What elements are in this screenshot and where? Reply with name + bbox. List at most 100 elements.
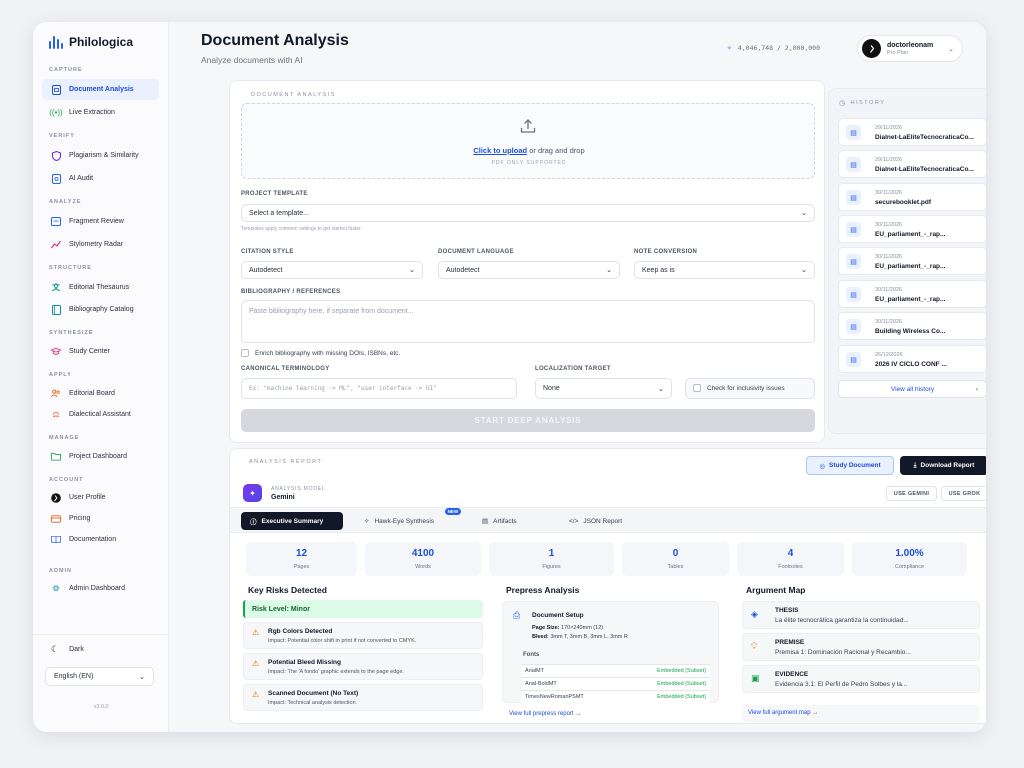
bibliography-textarea[interactable]: Paste bibliography here, if separate fro… bbox=[241, 300, 815, 343]
document-scan-icon bbox=[51, 84, 61, 95]
sidebar-item-pricing[interactable]: Pricing bbox=[42, 508, 159, 529]
main-content: Document Analysis Analyze documents with… bbox=[169, 22, 986, 732]
canonical-terminology-input[interactable]: Ex: "machine learning -> ML", "user inte… bbox=[241, 378, 517, 399]
history-item[interactable]: ▤ 30/11/2026 EU_parliament_-_rap... bbox=[838, 280, 986, 308]
dark-mode-toggle[interactable]: ☾ Dark bbox=[51, 644, 84, 655]
checkbox[interactable] bbox=[241, 349, 249, 357]
history-item[interactable]: ▤ 30/11/2026 EU_parliament_-_rap... bbox=[838, 215, 986, 243]
inclusivity-checkbox[interactable]: Check for inclusivity issues bbox=[693, 384, 785, 392]
history-item[interactable]: ▤ 29/11/2026 Dialnet-LaEliteTecnocraticaCo… bbox=[838, 150, 986, 178]
sparkle-icon: ✧ bbox=[727, 43, 732, 52]
avatar bbox=[862, 39, 881, 58]
lightbulb-icon: 💡︎ bbox=[751, 641, 758, 651]
chevron-down-icon: ⌄ bbox=[658, 385, 664, 393]
sidebar-item-ai-audit[interactable]: AI Audit bbox=[42, 168, 159, 189]
checkbox[interactable] bbox=[693, 384, 701, 392]
model-name: Gemini bbox=[271, 494, 295, 501]
download-report-button[interactable]: ⤓ Download Report bbox=[900, 456, 986, 475]
sidebar-item-bibliography-catalog[interactable]: Bibliography Catalog bbox=[42, 299, 159, 320]
document-analysis-card: DOCUMENT ANALYSIS Click to upload or dra… bbox=[229, 80, 825, 443]
app-name: Philologica bbox=[69, 35, 134, 49]
nav-section-admin: ADMIN bbox=[49, 568, 73, 574]
tab-executive-summary[interactable]: ⓘ Executive Summary bbox=[241, 512, 343, 530]
citation-style-label: CITATION STYLE bbox=[241, 249, 294, 255]
folder-icon bbox=[51, 452, 61, 462]
template-hint: Templates apply common settings to get s… bbox=[241, 226, 362, 232]
graduation-cap-icon bbox=[51, 347, 61, 357]
file-icon: ▤ bbox=[846, 125, 861, 140]
start-deep-analysis-button[interactable]: START DEEP ANALYSIS bbox=[241, 409, 815, 432]
tab-artifacts[interactable]: ▤ Artifacts bbox=[473, 512, 526, 530]
note-conversion-select[interactable]: Keep as is ⌄ bbox=[634, 261, 815, 279]
report-tabs: ⓘ Executive Summary ✧ Hawk-Eye Synthesis NE… bbox=[230, 507, 986, 533]
evidence-icon: ▣ bbox=[751, 673, 760, 683]
use-grok-button[interactable]: USE GROK bbox=[941, 486, 986, 501]
sidebar-item-editorial-thesaurus[interactable]: 文 Editorial Thesaurus bbox=[42, 277, 159, 298]
upload-icon bbox=[520, 118, 536, 138]
stat-compliance: 1.00% Compliance bbox=[852, 542, 967, 576]
enrich-bibliography-checkbox[interactable]: Enrich bibliography with missing DOIs, I… bbox=[241, 349, 400, 357]
upload-link[interactable]: Click to upload bbox=[473, 146, 527, 155]
history-item[interactable]: ▤ 30/11/2026 Building Wireless Co... bbox=[838, 312, 986, 340]
history-item[interactable]: ▤ 30/11/2026 securebooklet.pdf bbox=[838, 183, 986, 211]
study-document-button[interactable]: ◎ Study Document bbox=[806, 456, 894, 475]
book-icon bbox=[51, 304, 61, 315]
sidebar-item-documentation[interactable]: Documentation bbox=[42, 529, 159, 550]
logo-icon bbox=[49, 35, 63, 49]
warning-icon: ⚠ bbox=[252, 628, 260, 637]
tab-json-report[interactable]: </> JSON Report bbox=[560, 512, 631, 530]
sidebar-item-user-profile[interactable]: User Profile bbox=[42, 487, 159, 508]
view-all-history-button[interactable]: View all history › bbox=[838, 380, 986, 398]
sidebar-item-dialectical-assistant[interactable]: ⚖ Dialectical Assistant bbox=[42, 404, 159, 425]
sidebar-item-stylometry-radar[interactable]: Stylometry Radar bbox=[42, 234, 159, 255]
document-language-select[interactable]: Autodetect ⌄ bbox=[438, 261, 620, 279]
upload-dropzone[interactable]: Click to upload or drag and drop PDF ONL… bbox=[241, 103, 815, 179]
localization-target-select[interactable]: None ⌄ bbox=[535, 378, 672, 399]
history-item[interactable]: ▤ 30/11/2026 EU_parliament_-_rap... bbox=[838, 247, 986, 275]
sidebar-item-admin-dashboard[interactable]: ⚙ Admin Dashboard bbox=[42, 578, 159, 599]
language-select[interactable]: English (EN) ⌄ bbox=[45, 667, 154, 686]
gemini-model-icon: ✦ bbox=[243, 484, 262, 502]
use-gemini-button[interactable]: USE GEMINI bbox=[886, 486, 937, 501]
prepress-title: Prepress Analysis bbox=[506, 585, 580, 595]
nav-section-capture: CAPTURE bbox=[49, 67, 83, 73]
citation-style-select[interactable]: Autodetect ⌄ bbox=[241, 261, 423, 279]
sidebar-item-fragment-review[interactable]: Fragment Review bbox=[42, 211, 159, 232]
sidebar: Philologica CAPTURE Document Analysis ((… bbox=[33, 22, 169, 732]
nav-section-structure: STRUCTURE bbox=[49, 265, 92, 271]
moon-icon: ☾ bbox=[51, 644, 60, 654]
chevron-down-icon: ⌄ bbox=[948, 45, 954, 53]
chart-icon bbox=[51, 240, 61, 250]
history-title: ◷ HISTORY bbox=[839, 100, 886, 107]
user-info: doctorleonam Pro Plan bbox=[887, 42, 933, 56]
info-icon: ⓘ bbox=[250, 519, 257, 526]
project-template-select[interactable]: Select a template... ⌄ bbox=[241, 204, 815, 222]
section-title: DOCUMENT ANALYSIS bbox=[251, 92, 336, 98]
clock-icon: ◷ bbox=[839, 100, 847, 107]
risk-item: ⚠ Rgb Colors Detected Impact: Potential co… bbox=[243, 622, 483, 649]
view-argument-map-link[interactable]: View full argument map → bbox=[748, 710, 818, 716]
sidebar-item-editorial-board[interactable]: Editorial Board bbox=[42, 383, 159, 404]
logo[interactable]: Philologica bbox=[49, 35, 133, 49]
sidebar-item-document-analysis[interactable]: Document Analysis bbox=[42, 79, 159, 100]
tab-hawk-eye-synthesis[interactable]: ✧ Hawk-Eye Synthesis NEW bbox=[355, 508, 462, 530]
nav-section-analyze: ANALYZE bbox=[49, 199, 82, 205]
history-item[interactable]: ▤ 29/11/2026 Dialnet-LaEliteTecnocraticaCo… bbox=[838, 118, 986, 146]
printer-icon: ⎙ bbox=[513, 610, 521, 620]
sidebar-item-plagiarism[interactable]: Plagiarism & Similarity bbox=[42, 145, 159, 166]
sidebar-item-project-dashboard[interactable]: Project Dashboard bbox=[42, 446, 159, 467]
file-icon: ▤ bbox=[846, 352, 861, 367]
view-prepress-report-link[interactable]: View full prepress report → bbox=[509, 711, 581, 717]
user-menu[interactable]: doctorleonam Pro Plan ⌄ bbox=[857, 35, 963, 62]
user-name: doctorleonam bbox=[887, 41, 934, 49]
sidebar-item-live-extraction[interactable]: ((•)) Live Extraction bbox=[42, 102, 159, 123]
risk-item: ⚠ Scanned Document (No Text) Impact: Techn… bbox=[243, 684, 483, 711]
code-icon: </> bbox=[569, 517, 579, 525]
balance-icon: ⚖ bbox=[52, 410, 60, 419]
sidebar-item-study-center[interactable]: Study Center bbox=[42, 341, 159, 362]
sidebar-divider bbox=[33, 634, 169, 635]
argument-item-premise: 💡︎ PREMISE Premisa 1: Dominación Racional … bbox=[742, 633, 980, 661]
chevron-right-icon: › bbox=[975, 385, 978, 393]
document-language-label: DOCUMENT LANGUAGE bbox=[438, 249, 514, 255]
history-item[interactable]: ▤ 26/12/2026 2026 IV CICLO CONF ... bbox=[838, 345, 986, 373]
